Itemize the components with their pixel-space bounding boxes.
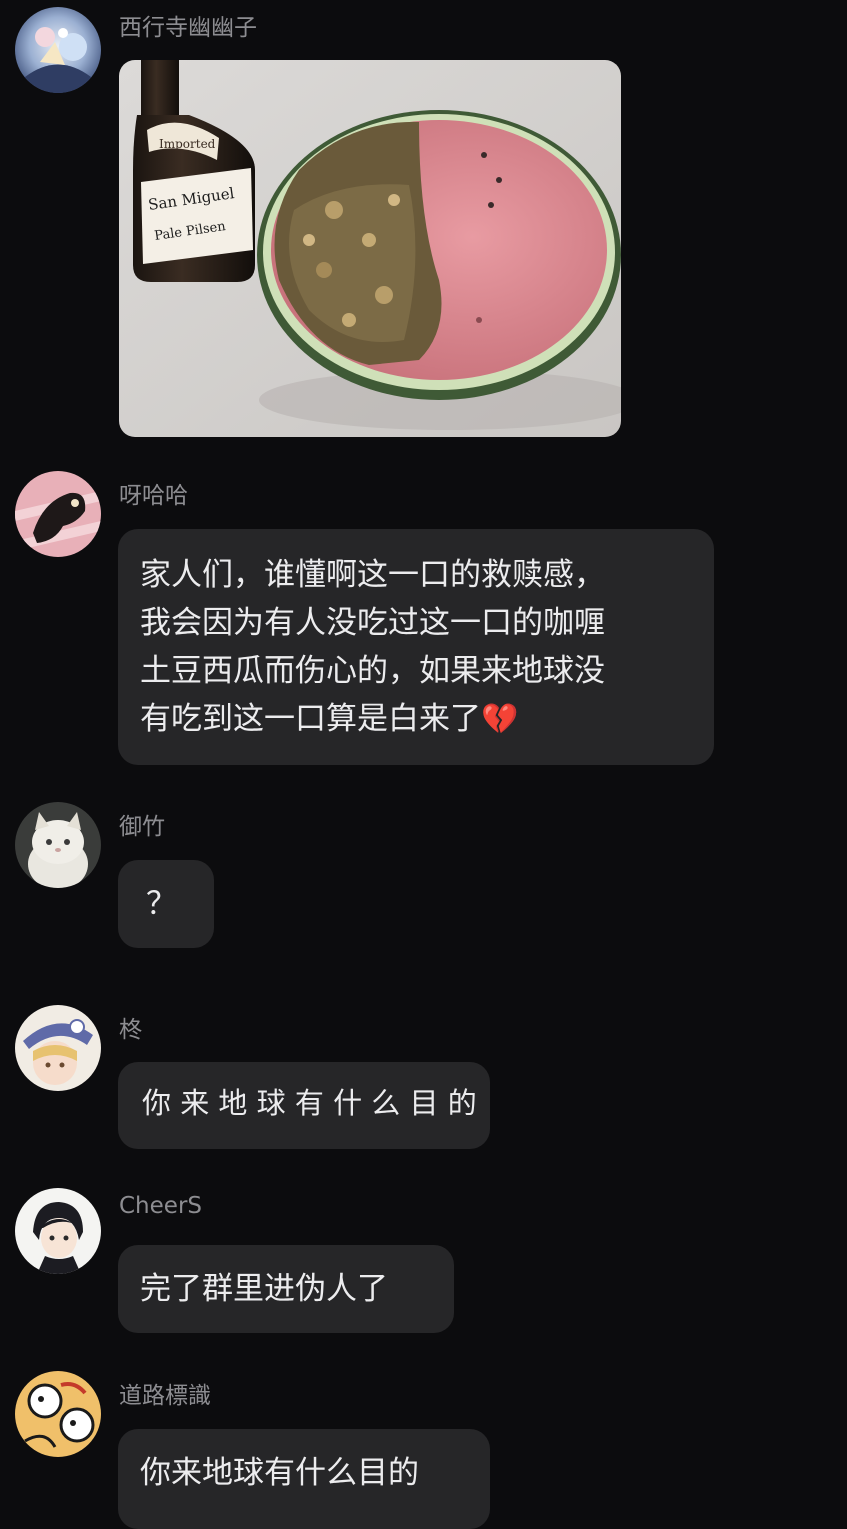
sender-name: 御竹 (119, 814, 165, 840)
avatar-icon (15, 802, 101, 888)
sender-name: 西行寺幽幽子 (119, 15, 257, 41)
message-line-4-text: 有吃到这一口算是白来了 (140, 701, 481, 737)
message-text: 你来地球有什么目的 (140, 1455, 419, 1491)
message-text: ？ (146, 886, 177, 922)
avatar-icon (15, 471, 101, 557)
message-bubble[interactable]: ？ (118, 860, 214, 948)
avatar-yuyuko[interactable] (15, 7, 101, 93)
message-bubble[interactable]: 你来地球有什么目的 (118, 1429, 490, 1529)
broken-heart-emoji: 💔 (481, 702, 519, 737)
message-bubble[interactable]: 完了群里进伪人了 (118, 1245, 454, 1333)
message-line-2: 我会因为有人没吃过这一口的咖喱 (140, 605, 605, 641)
avatar-icon (15, 1371, 101, 1457)
message-text: 你 来 地 球 有 什 么 目 的 (142, 1086, 477, 1120)
sender-name: CheerS (119, 1193, 202, 1219)
avatar-hiiragi[interactable] (15, 1005, 101, 1091)
avatar-icon (15, 7, 101, 93)
message-line-1: 家人们，谁懂啊这一口的救赎感， (140, 557, 605, 593)
avatar-icon (15, 1005, 101, 1091)
message-line-4: 有吃到这一口算是白来了💔 (140, 695, 692, 744)
sender-name: 道路標識 (119, 1383, 211, 1409)
avatar-icon (15, 1188, 101, 1274)
message-line-3: 土豆西瓜而伤心的，如果来地球没 (140, 653, 605, 689)
message-text: 完了群里进伪人了 (140, 1271, 388, 1307)
sender-name: 柊 (119, 1017, 142, 1043)
photo-icon: Imported San Miguel Pale Pilsen (119, 60, 621, 437)
message-bubble[interactable]: 家人们，谁懂啊这一口的救赎感， 我会因为有人没吃过这一口的咖喱 土豆西瓜而伤心的… (118, 529, 714, 765)
bottle-label-top: Imported (159, 137, 216, 151)
shared-photo[interactable]: Imported San Miguel Pale Pilsen (119, 60, 621, 437)
sender-name: 呀哈哈 (119, 483, 188, 509)
avatar-yuzhu[interactable] (15, 802, 101, 888)
avatar-yahaha[interactable] (15, 471, 101, 557)
avatar-cheers[interactable] (15, 1188, 101, 1274)
avatar-road-sign[interactable] (15, 1371, 101, 1457)
message-bubble[interactable]: 你 来 地 球 有 什 么 目 的 (118, 1062, 490, 1149)
